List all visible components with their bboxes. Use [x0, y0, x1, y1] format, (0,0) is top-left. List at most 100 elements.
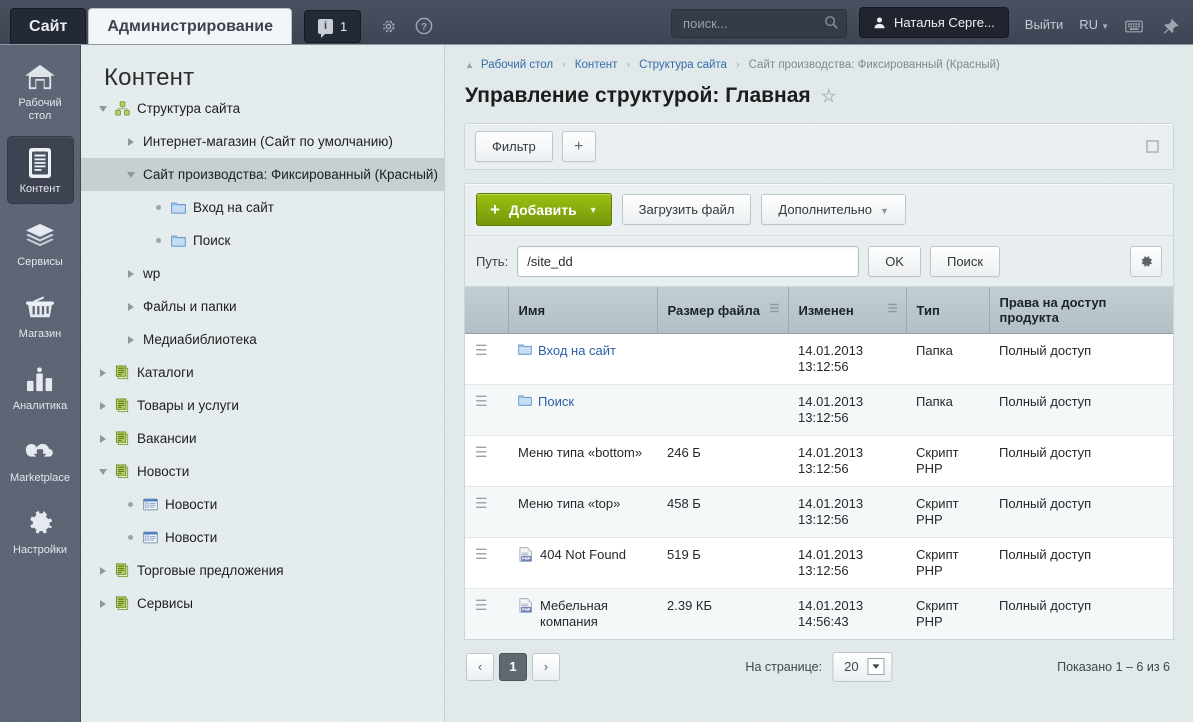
search-input[interactable] — [671, 9, 848, 38]
upload-file-button[interactable]: Загрузить файл — [621, 194, 752, 225]
breadcrumb-item-2[interactable]: Структура сайта — [639, 59, 727, 71]
rail-item-контент[interactable]: Контент — [6, 136, 74, 204]
tree-node-5[interactable]: wp — [81, 257, 444, 290]
next-page-button[interactable]: › — [532, 652, 560, 681]
table-row[interactable]: ☰ PHP 404 Not Found 519 Б 14.01.2013 13:12:5… — [465, 537, 1173, 589]
path-input[interactable] — [517, 245, 860, 277]
rail-item-сервисы[interactable]: Сервисы — [7, 210, 74, 276]
tree-toggle-icon[interactable] — [123, 332, 138, 347]
user-menu-button[interactable]: Наталья Серге... — [859, 7, 1009, 38]
top-bar: Сайт Администрирование i 1 ? Наталья Сер… — [0, 0, 1193, 45]
keyboard-icon[interactable] — [1125, 17, 1143, 35]
grid-settings-button[interactable] — [1130, 246, 1162, 277]
rail-item-аналитика[interactable]: Аналитика — [7, 354, 74, 420]
rail-item-настройки[interactable]: Настройки — [7, 498, 74, 564]
column-header-0[interactable] — [465, 287, 509, 334]
notifications-button[interactable]: i 1 — [304, 10, 362, 43]
prev-page-button[interactable]: ‹ — [466, 652, 494, 681]
tree-node-3[interactable]: Вход на сайт — [81, 191, 444, 224]
drag-handle-icon[interactable]: ☰ — [475, 546, 488, 562]
tree-toggle-icon[interactable] — [95, 365, 110, 380]
table-row[interactable]: ☰ Меню типа «top» 458 Б 14.01.2013 13:12:56… — [465, 486, 1173, 538]
search-icon[interactable] — [824, 15, 839, 33]
table-row[interactable]: ☰ Меню типа «bottom» 246 Б 14.01.2013 13:12… — [465, 435, 1173, 487]
tree-node-9[interactable]: Товары и услуги — [81, 389, 444, 422]
tree-toggle-icon[interactable] — [123, 299, 138, 314]
breadcrumb-item-1[interactable]: Контент — [575, 59, 618, 71]
drag-handle-icon[interactable]: ☰ — [475, 444, 488, 460]
tree-toggle-icon[interactable] — [95, 596, 110, 611]
tab-admin[interactable]: Администрирование — [88, 8, 293, 45]
table-row[interactable]: ☰ Вход на сайт 14.01.2013 13:12:56 Папка Пол… — [465, 333, 1173, 385]
gear-icon[interactable] — [379, 17, 397, 35]
path-ok-button[interactable]: OK — [868, 245, 921, 277]
help-icon[interactable]: ? — [415, 17, 433, 35]
collapse-icon[interactable] — [1146, 140, 1159, 153]
tree-toggle-icon[interactable] — [95, 101, 110, 116]
drag-handle-icon[interactable]: ☰ — [475, 342, 488, 358]
tree-toggle-icon[interactable] — [123, 497, 138, 512]
tree-node-11[interactable]: Новости — [81, 455, 444, 488]
pin-icon[interactable] — [1161, 17, 1179, 35]
logout-link[interactable]: Выйти — [1025, 17, 1064, 32]
tree-toggle-icon[interactable] — [151, 200, 166, 215]
more-actions-button[interactable]: Дополнительно ▼ — [761, 194, 906, 225]
tree-node-7[interactable]: Медиабиблиотека — [81, 323, 444, 356]
column-header-3[interactable]: Изменен ☰ — [788, 287, 907, 334]
tree-toggle-icon[interactable] — [95, 464, 110, 479]
tree-toggle-icon[interactable] — [95, 398, 110, 413]
per-page-select[interactable]: 20 — [832, 651, 893, 682]
row-type-cell: Скрипт PHP — [906, 435, 989, 487]
tree-toggle-icon[interactable] — [123, 167, 138, 182]
row-name-cell: Меню типа «bottom» — [508, 435, 657, 487]
tree-node-14[interactable]: Торговые предложения — [81, 554, 444, 587]
table-row[interactable]: ☰ PHP Мебельная компания 2.39 КБ 14.01.2013 … — [465, 588, 1173, 639]
filter-button[interactable]: Фильтр — [475, 131, 553, 162]
drag-handle-icon[interactable]: ☰ — [475, 495, 488, 511]
tree-node-0[interactable]: Структура сайта — [81, 92, 444, 125]
chevron-down-icon: ▼ — [588, 204, 598, 215]
plus-icon: + — [490, 200, 500, 219]
row-name-label[interactable]: Поиск — [538, 394, 574, 410]
breadcrumb-item-0[interactable]: Рабочий стол — [481, 59, 553, 71]
table-row[interactable]: ☰ Поиск 14.01.2013 13:12:56 Папка Полный дос… — [465, 384, 1173, 436]
breadcrumb-up-icon[interactable]: ▲ — [465, 60, 474, 70]
tree-node-8[interactable]: Каталоги — [81, 356, 444, 389]
add-button[interactable]: + Добавить ▼ — [476, 193, 612, 226]
star-icon[interactable]: ☆ — [821, 86, 837, 107]
tree-toggle-icon[interactable] — [123, 530, 138, 545]
row-name-link[interactable]: Поиск — [518, 394, 574, 410]
tree-toggle-icon[interactable] — [123, 134, 138, 149]
add-filter-button[interactable]: + — [561, 131, 596, 162]
tree-node-15[interactable]: Сервисы — [81, 587, 444, 620]
rail-item-магазин[interactable]: Магазин — [7, 282, 74, 348]
row-name-label[interactable]: Вход на сайт — [538, 343, 616, 359]
rail-item-marketplace[interactable]: Marketplace — [7, 426, 74, 492]
tree-toggle-icon[interactable] — [95, 563, 110, 578]
column-menu-icon[interactable]: ☰ — [770, 304, 780, 315]
language-switcher[interactable]: RU ▼ — [1079, 17, 1109, 32]
column-header-5[interactable]: Права на доступ продукта — [989, 287, 1173, 334]
tree-toggle-icon[interactable] — [123, 266, 138, 281]
column-header-2[interactable]: Размер файла ☰ — [657, 287, 789, 334]
path-search-button[interactable]: Поиск — [929, 245, 1001, 277]
tab-site[interactable]: Сайт — [10, 8, 87, 45]
tree-node-12[interactable]: Новости — [81, 488, 444, 521]
column-header-4[interactable]: Тип — [906, 287, 990, 334]
tree-node-13[interactable]: Новости — [81, 521, 444, 554]
row-name-link[interactable]: Вход на сайт — [518, 343, 616, 359]
rail-item-рабочий-стол[interactable]: Рабочий стол — [7, 51, 74, 130]
column-menu-icon[interactable]: ☰ — [888, 304, 898, 315]
tree-toggle-icon[interactable] — [95, 431, 110, 446]
tree-node-6[interactable]: Файлы и папки — [81, 290, 444, 323]
tree-node-4[interactable]: Поиск — [81, 224, 444, 257]
tree-node-1[interactable]: Интернет-магазин (Сайт по умолчанию) — [81, 125, 444, 158]
tree-toggle-icon[interactable] — [151, 233, 166, 248]
page-1-button[interactable]: 1 — [499, 652, 527, 681]
tree-node-2[interactable]: Сайт производства: Фиксированный (Красны… — [81, 158, 444, 191]
drag-handle-icon[interactable]: ☰ — [475, 393, 488, 409]
tree-node-10[interactable]: Вакансии — [81, 422, 444, 455]
column-header-1[interactable]: Имя — [508, 287, 658, 334]
row-modified-cell: 14.01.2013 13:12:56 — [788, 384, 906, 436]
drag-handle-icon[interactable]: ☰ — [475, 597, 488, 613]
